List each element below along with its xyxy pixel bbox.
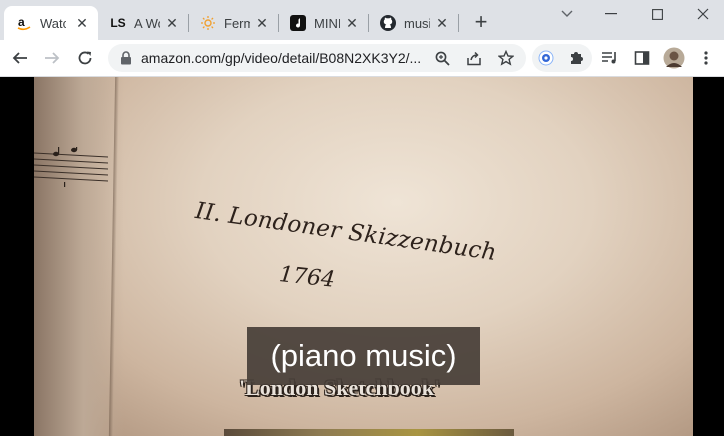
profile-avatar[interactable] xyxy=(660,44,688,72)
share-icon[interactable] xyxy=(464,48,484,68)
tab-title: A Wo xyxy=(134,15,160,31)
tab-title: MINI xyxy=(314,15,340,31)
media-control-icon[interactable] xyxy=(596,44,624,72)
menu-kebab-icon[interactable] xyxy=(692,44,720,72)
frame-bottom-strip xyxy=(224,429,514,436)
svg-text:a: a xyxy=(18,15,25,29)
address-bar[interactable]: amazon.com/gp/video/detail/B08N2XK3Y2/..… xyxy=(108,44,526,72)
tab-title: Watc xyxy=(40,15,66,31)
new-tab-button[interactable]: + xyxy=(470,9,492,34)
minimize-button[interactable] xyxy=(588,2,634,26)
side-panel-icon[interactable] xyxy=(628,44,656,72)
tab-search-chevron-icon[interactable] xyxy=(544,2,590,26)
amazon-icon: a xyxy=(16,15,32,31)
zoom-icon[interactable] xyxy=(432,48,452,68)
closed-caption: (piano music) xyxy=(247,327,480,385)
close-icon[interactable]: ✕ xyxy=(434,15,450,31)
extensions-area xyxy=(532,44,592,72)
tab-title: Ferm xyxy=(224,15,250,31)
browser-toolbar: amazon.com/gp/video/detail/B08N2XK3Y2/..… xyxy=(0,40,724,77)
url-text: amazon.com/gp/video/detail/B08N2XK3Y2/..… xyxy=(141,50,422,66)
tab-ferm[interactable]: Ferm ✕ xyxy=(188,6,278,40)
close-icon[interactable]: ✕ xyxy=(164,15,180,31)
tab-ls[interactable]: LS A Wo ✕ xyxy=(98,6,188,40)
maximize-button[interactable] xyxy=(634,2,680,26)
close-icon[interactable]: ✕ xyxy=(254,15,270,31)
sun-icon xyxy=(200,15,216,31)
reload-button[interactable] xyxy=(71,44,99,72)
bookmark-star-icon[interactable] xyxy=(496,48,516,68)
video-frame: II. Londoner Skizzenbuch 1764 'London Sk… xyxy=(34,77,693,436)
close-icon[interactable]: ✕ xyxy=(344,15,360,31)
music-note-icon xyxy=(290,15,306,31)
puzzle-icon[interactable] xyxy=(566,48,586,68)
book-year-text: 1764 xyxy=(277,262,337,293)
book-title-text: II. Londoner Skizzenbuch xyxy=(193,197,499,267)
music-staff-image xyxy=(34,147,108,187)
close-icon[interactable]: ✕ xyxy=(74,15,90,31)
tab-mini[interactable]: MINI ✕ xyxy=(278,6,368,40)
extension-eye-icon[interactable] xyxy=(536,48,556,68)
ls-icon: LS xyxy=(110,16,126,30)
tab-strip: a Watc ✕ LS A Wo ✕ Ferm ✕ xyxy=(0,0,724,40)
github-icon xyxy=(380,15,396,31)
tab-separator xyxy=(458,14,459,32)
forward-button[interactable] xyxy=(38,44,66,72)
tab-title: musi xyxy=(404,15,430,31)
tab-amazon[interactable]: a Watc ✕ xyxy=(4,6,98,40)
lock-icon[interactable] xyxy=(116,48,136,68)
back-button[interactable] xyxy=(6,44,34,72)
close-window-button[interactable] xyxy=(680,2,724,26)
video-player[interactable]: II. Londoner Skizzenbuch 1764 'London Sk… xyxy=(0,77,724,436)
tab-github[interactable]: musi ✕ xyxy=(368,6,458,40)
